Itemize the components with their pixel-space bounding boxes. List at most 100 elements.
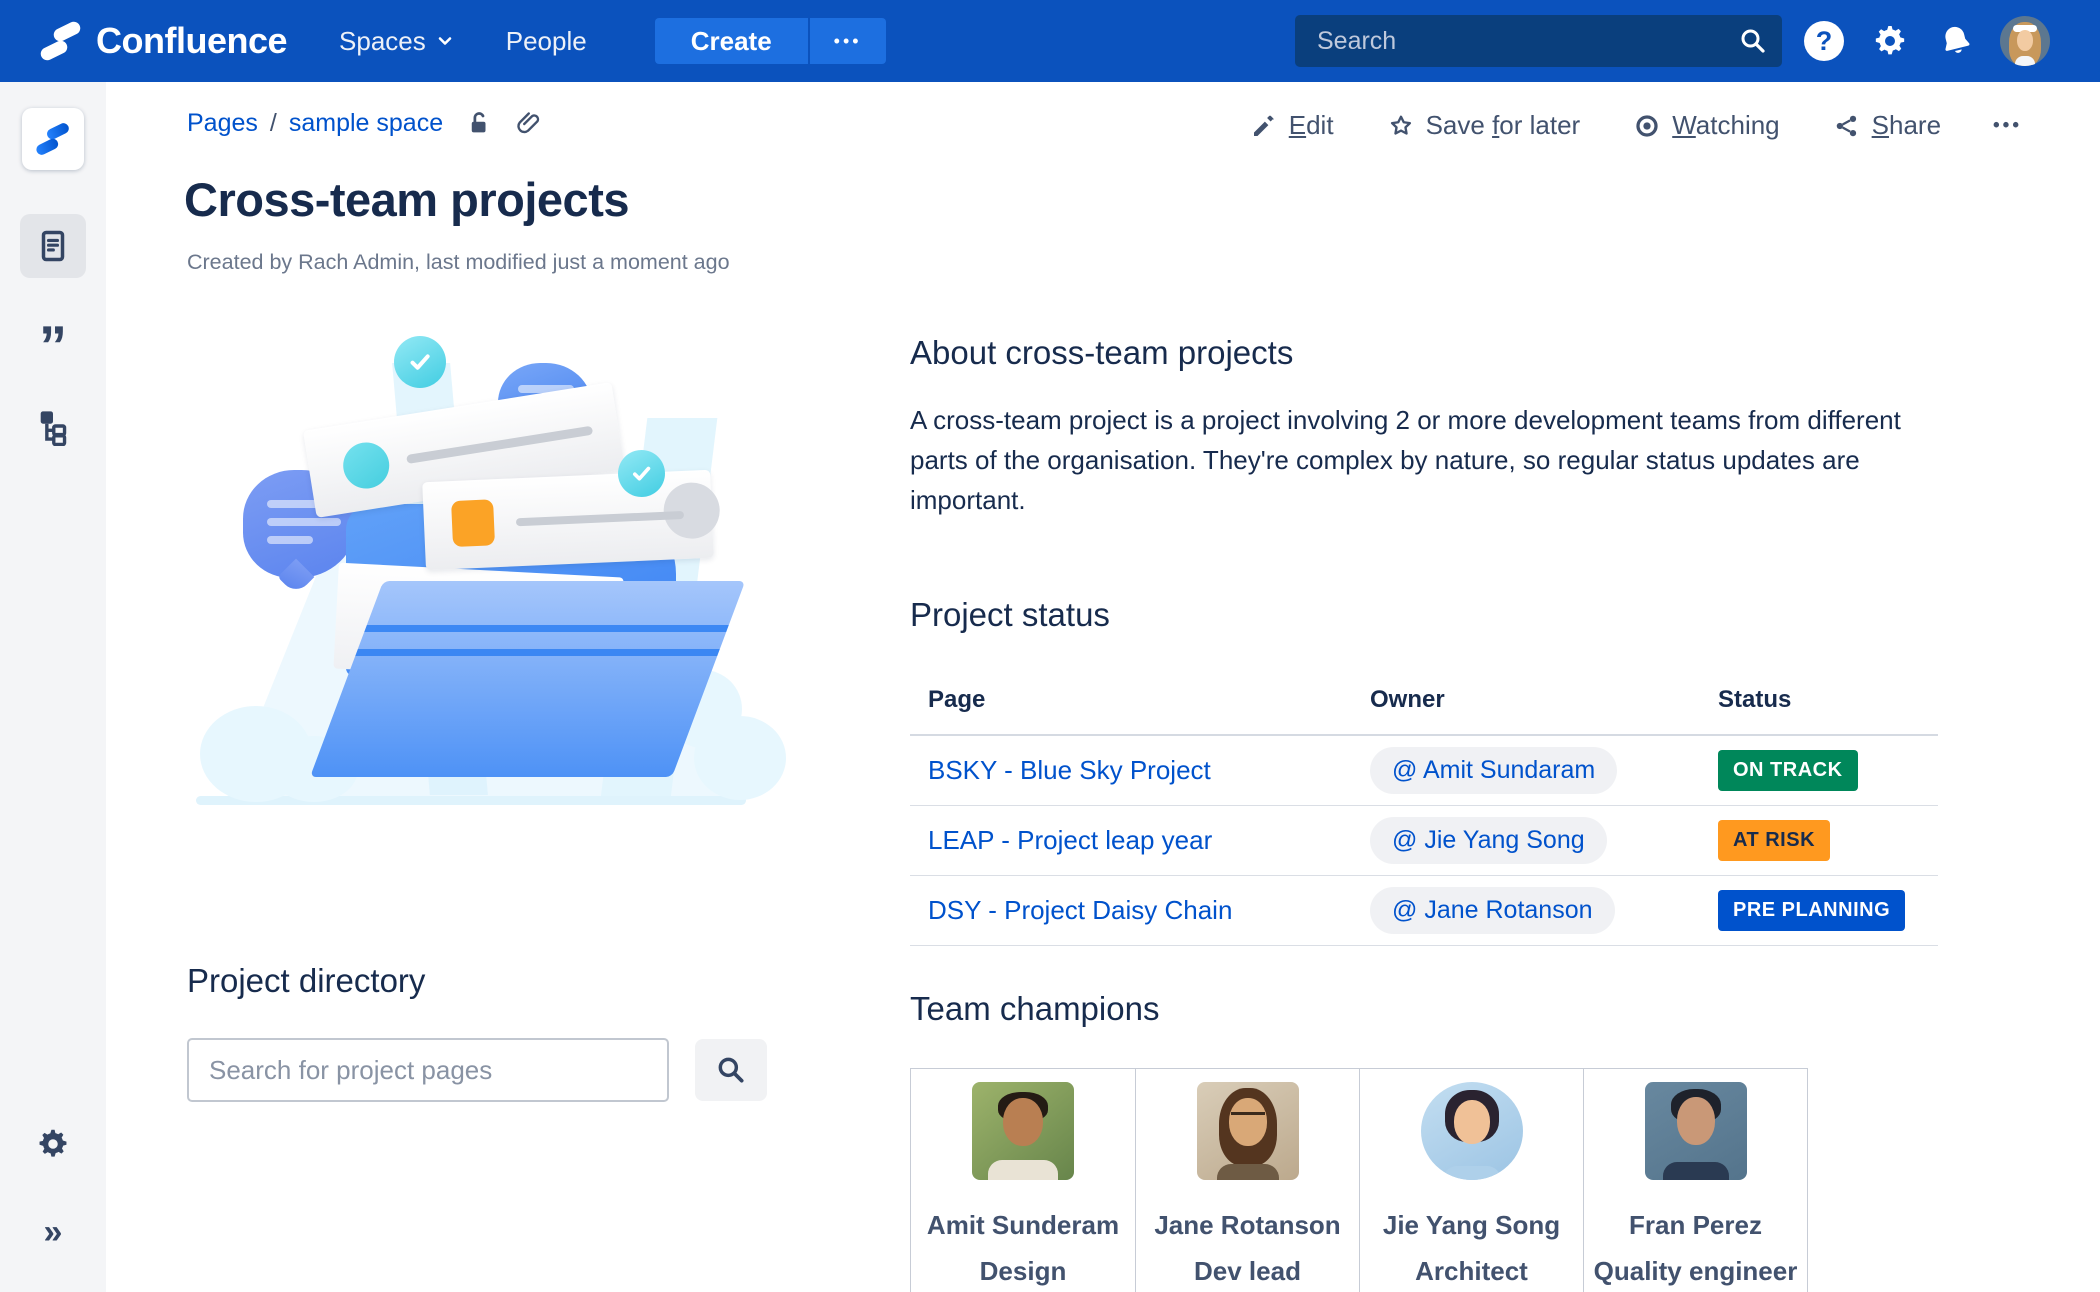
people-label: People [505,25,587,56]
help-button[interactable]: ? [1800,17,1848,65]
project-status-heading: Project status [910,596,1110,633]
status-badge: ON TRACK [1718,750,1858,791]
project-page-link[interactable]: LEAP - Project leap year [928,825,1212,855]
member-name: Fran Perez [1629,1210,1762,1240]
check-circle-icon [394,336,446,388]
gear-icon [39,1129,67,1157]
column-header: Status [1718,686,1792,713]
project-page-link[interactable]: DSY - Project Daisy Chain [928,895,1232,925]
team-member-card: Amit Sunderam Design [911,1069,1135,1292]
owner-mention-pill[interactable]: @ Amit Sundaram [1370,747,1618,794]
member-photo [1196,1082,1299,1180]
owner-mention-pill[interactable]: @ Jie Yang Song [1370,817,1607,864]
confluence-logo-icon [38,18,84,64]
create-split-button: Create ••• [654,18,886,64]
quote-icon: ” [39,314,67,377]
project-directory-heading: Project directory [187,962,426,999]
status-badge: AT RISK [1718,820,1831,861]
space-logo[interactable] [22,108,84,170]
team-member-card: Jie Yang Song Architect [1359,1069,1583,1292]
check-circle-icon [618,450,665,497]
brand-name: Confluence [96,20,288,61]
help-icon: ? [1804,21,1844,61]
about-heading: About cross-team projects [910,334,1294,371]
project-status-table: Page Owner Status BSKY - Blue Sky Projec… [910,672,1938,946]
attachments-paperclip-icon[interactable] [513,108,543,138]
pages-icon [41,230,65,262]
pencil-icon [1253,115,1274,136]
share-icon [1836,115,1856,136]
project-search-button[interactable] [695,1039,767,1101]
owner-mention-pill[interactable]: @ Jane Rotanson [1370,887,1615,934]
sidebar-blog-button[interactable]: ” [20,306,86,377]
page-illustration [186,308,786,810]
breadcrumb: Pages / sample space [187,108,543,138]
member-name: Jane Rotanson [1154,1210,1341,1240]
page-content: Pages / sample space Edit Save for later… [106,82,2100,1292]
page-actions: Edit Save for later Watching Share ••• [1249,110,2022,141]
member-name: Jie Yang Song [1382,1210,1561,1240]
column-header: Page [928,686,986,713]
spaces-label: Spaces [339,25,426,56]
confluence-space-logo-icon [34,120,72,158]
user-avatar[interactable] [2000,16,2050,66]
table-row: DSY - Project Daisy Chain @ Jane Rotanso… [910,876,1938,946]
about-paragraph: A cross-team project is a project involv… [910,405,1901,515]
double-chevron-right-icon: » [43,1212,63,1251]
unlocked-icon[interactable] [463,108,493,138]
document-card-shape [422,469,721,571]
breadcrumb-pages-link[interactable]: Pages [187,109,258,138]
share-button[interactable]: Share [1832,110,1941,141]
folder-icon [310,581,746,777]
breadcrumb-space-link[interactable]: sample space [289,109,443,138]
table-row: BSKY - Blue Sky Project @ Amit Sundaram … [910,736,1938,806]
member-role: Dev lead [1194,1256,1301,1286]
member-role: Architect [1415,1256,1528,1286]
team-champions-grid: Amit Sunderam Design Jane Rotanson Dev l… [910,1068,1808,1292]
spaces-menu[interactable]: Spaces [339,26,454,57]
page-byline: Created by Rach Admin, last modified jus… [187,250,730,274]
settings-button[interactable] [1866,17,1914,65]
member-photo [1644,1082,1747,1180]
save-for-later-button[interactable]: Save for later [1386,110,1580,141]
notifications-button[interactable] [1932,17,1980,65]
search-icon [1741,29,1765,53]
team-member-card: Jane Rotanson Dev lead [1135,1069,1359,1292]
member-name: Amit Sunderam [926,1210,1120,1240]
watching-button[interactable]: Watching [1632,110,1780,141]
star-icon [1390,115,1411,135]
member-photo [972,1082,1074,1180]
global-search[interactable] [1295,15,1782,67]
create-button[interactable]: Create [654,18,808,64]
member-role: Quality engineer [1593,1256,1798,1286]
member-role: Design [979,1256,1067,1286]
team-member-card: Fran Perez Quality engineer [1583,1069,1807,1292]
expand-sidebar-button[interactable]: » [20,1200,86,1264]
column-header: Owner [1370,686,1445,713]
project-search-input[interactable] [187,1038,669,1102]
watching-eye-icon [1636,114,1658,137]
chevron-down-icon [438,37,452,45]
global-search-input[interactable] [1295,15,1782,67]
people-link[interactable]: People [506,26,587,57]
more-actions-button[interactable]: ••• [1993,115,2022,137]
project-page-link[interactable]: BSKY - Blue Sky Project [928,755,1211,785]
space-sidebar: ” » [0,82,106,1292]
project-directory-search [187,1038,767,1102]
edit-button[interactable]: Edit [1249,110,1334,141]
team-champions-heading: Team champions [910,990,1160,1027]
status-badge: PRE PLANNING [1718,890,1906,931]
table-row: LEAP - Project leap year @ Jie Yang Song… [910,806,1938,876]
sidebar-pages-button[interactable] [20,214,86,278]
confluence-home-link[interactable]: Confluence [38,18,288,64]
page-title: Cross-team projects [184,173,630,226]
top-navigation-bar: Confluence Spaces People Create ••• ? [0,0,2100,82]
page-tree-icon [40,411,67,446]
sidebar-page-tree-button[interactable] [20,394,86,458]
space-settings-button[interactable] [20,1112,86,1176]
gear-icon [1875,26,1905,55]
create-more-button[interactable]: ••• [809,18,886,64]
table-header-row: Page Owner Status [910,672,1938,736]
search-icon [718,1057,744,1083]
bell-icon [1945,26,1970,53]
